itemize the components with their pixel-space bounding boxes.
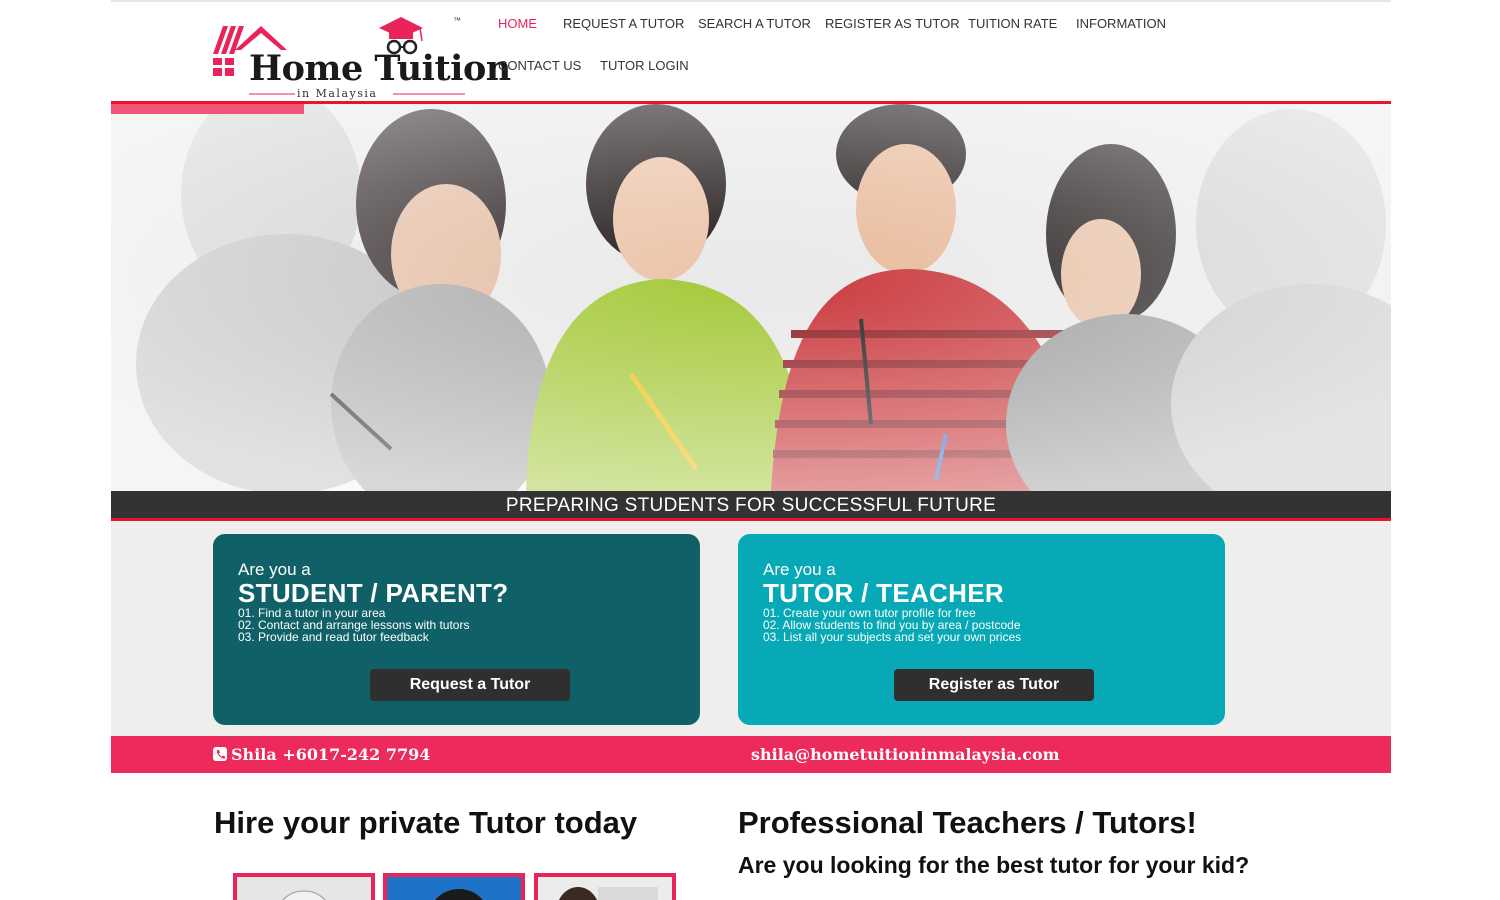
register-as-tutor-button[interactable]: Register as Tutor: [894, 669, 1094, 701]
tutor-card-points: 01. Create your own tutor profile for fr…: [763, 607, 1021, 643]
nav-home[interactable]: HOME: [498, 16, 537, 31]
phone-icon: [213, 747, 227, 761]
student-card-title: STUDENT / PARENT?: [238, 578, 509, 608]
students-photo: [111, 104, 1391, 491]
tutor-card-pre: Are you a: [763, 560, 836, 579]
nav-register-as-tutor[interactable]: REGISTER AS TUTOR: [825, 16, 960, 31]
nav-search-a-tutor[interactable]: SEARCH A TUTOR: [698, 16, 811, 31]
list-item: 03. Provide and read tutor feedback: [238, 630, 429, 644]
hero-banner-image: [111, 104, 1391, 491]
nav-tutor-login[interactable]: TUTOR LOGIN: [600, 58, 689, 73]
audience-cards-section: Are you a STUDENT / PARENT? 01. Find a t…: [111, 521, 1391, 736]
professional-tutors-heading: Professional Teachers / Tutors!: [738, 805, 1197, 840]
tutor-thumbnail[interactable]: [383, 873, 525, 900]
hero-caption-bar: PREPARING STUDENTS FOR SUCCESSFUL FUTURE: [111, 491, 1391, 521]
contact-phone[interactable]: Shila +6017-242 7794: [213, 745, 430, 764]
nav-tuition-rate[interactable]: TUITION RATE: [968, 16, 1057, 31]
contact-phone-text: Shila +6017-242 7794: [231, 745, 431, 764]
student-parent-card: Are you a STUDENT / PARENT? 01. Find a t…: [213, 534, 700, 725]
tutor-thumbnail[interactable]: [534, 873, 676, 900]
list-item: 03. List all your subjects and set your …: [763, 630, 1022, 644]
contact-email-link[interactable]: shila@hometuitioninmalaysia.com: [751, 745, 1060, 764]
nav-contact-us[interactable]: CONTACT US: [498, 58, 581, 73]
logo-trademark: ™: [453, 16, 461, 25]
nav-request-a-tutor[interactable]: REQUEST A TUTOR: [563, 16, 684, 31]
tutor-thumbnail[interactable]: [233, 873, 375, 900]
top-line: [111, 0, 1391, 2]
tutor-teacher-card: Are you a TUTOR / TEACHER 01. Create you…: [738, 534, 1225, 725]
logo-title: Home Tuition: [249, 48, 511, 89]
hero-accent-bar: [111, 104, 304, 114]
nav-information[interactable]: INFORMATION: [1076, 16, 1166, 31]
page: Home Tuition in Malaysia ™ HOME REQUEST …: [111, 0, 1391, 900]
student-card-points: 01. Find a tutor in your area 02. Contac…: [238, 607, 469, 643]
tutor-card-title: TUTOR / TEACHER: [763, 578, 1004, 608]
hero-caption: PREPARING STUDENTS FOR SUCCESSFUL FUTURE: [505, 495, 997, 516]
request-a-tutor-button[interactable]: Request a Tutor: [370, 669, 570, 701]
contact-bar: Shila +6017-242 7794 shila@hometuitionin…: [111, 736, 1391, 773]
site-logo[interactable]: Home Tuition in Malaysia ™: [211, 14, 511, 102]
student-card-pre: Are you a: [238, 560, 311, 579]
logo-tagline: in Malaysia: [297, 87, 378, 100]
looking-for-tutor-subheading: Are you looking for the best tutor for y…: [738, 852, 1250, 878]
hire-tutor-heading: Hire your private Tutor today: [214, 805, 638, 840]
